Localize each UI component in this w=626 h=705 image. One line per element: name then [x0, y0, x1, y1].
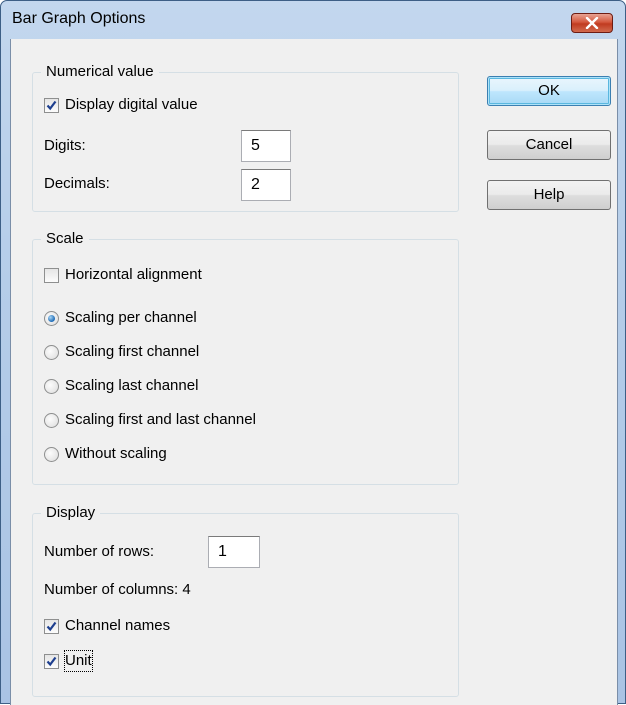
title-bar[interactable]: Bar Graph Options [1, 1, 625, 39]
horizontal-alignment-label[interactable]: Horizontal alignment [65, 265, 202, 285]
close-button[interactable] [571, 13, 613, 33]
ok-button[interactable]: OK [487, 76, 611, 106]
decimals-input[interactable]: 2 [241, 169, 291, 201]
rows-label: Number of rows: [44, 543, 155, 560]
scaling-last-channel-label[interactable]: Scaling last channel [65, 376, 198, 396]
dialog-window: Bar Graph Options Numerical value Displa… [0, 0, 626, 705]
decimals-label: Decimals: [44, 175, 110, 192]
numerical-value-group: Numerical value Display digital value Di… [32, 62, 459, 212]
cancel-button[interactable]: Cancel [487, 130, 611, 160]
checkmark-icon [46, 621, 57, 632]
horizontal-alignment-checkbox[interactable] [44, 268, 59, 283]
radio-without-scaling[interactable] [44, 447, 59, 462]
scaling-first-and-last-channel-label[interactable]: Scaling first and last channel [65, 410, 256, 430]
display-digital-checkbox[interactable] [44, 98, 59, 113]
display-digital-label[interactable]: Display digital value [65, 95, 198, 115]
scaling-first-channel-label[interactable]: Scaling first channel [65, 342, 199, 362]
radio-dot-icon [48, 315, 55, 322]
scale-legend: Scale [41, 229, 89, 249]
digits-label: Digits: [44, 137, 86, 154]
window-title: Bar Graph Options [12, 10, 146, 27]
radio-scaling-first-channel[interactable] [44, 345, 59, 360]
unit-label[interactable]: Unit [64, 650, 93, 672]
display-legend: Display [41, 503, 101, 523]
help-button[interactable]: Help [487, 180, 611, 210]
dialog-client-area: Numerical value Display digital value Di… [10, 39, 618, 705]
scale-group: Scale Horizontal alignment Scaling per c… [32, 229, 459, 485]
without-scaling-label[interactable]: Without scaling [65, 444, 167, 464]
checkmark-icon [46, 100, 57, 111]
numerical-value-legend: Numerical value [41, 62, 159, 82]
radio-scaling-first-and-last-channel[interactable] [44, 413, 59, 428]
channel-names-checkbox[interactable] [44, 619, 59, 634]
rows-input[interactable]: 1 [208, 536, 260, 568]
digits-input[interactable]: 5 [241, 130, 291, 162]
radio-scaling-last-channel[interactable] [44, 379, 59, 394]
close-x-icon [585, 17, 599, 29]
radio-scaling-per-channel[interactable] [44, 311, 59, 326]
scaling-per-channel-label[interactable]: Scaling per channel [65, 308, 197, 328]
display-group: Display Number of rows: 1 Number of colu… [32, 503, 459, 697]
channel-names-label[interactable]: Channel names [65, 616, 170, 636]
checkmark-icon [46, 656, 57, 667]
unit-checkbox[interactable] [44, 654, 59, 669]
columns-count-text: Number of columns: 4 [44, 581, 191, 598]
